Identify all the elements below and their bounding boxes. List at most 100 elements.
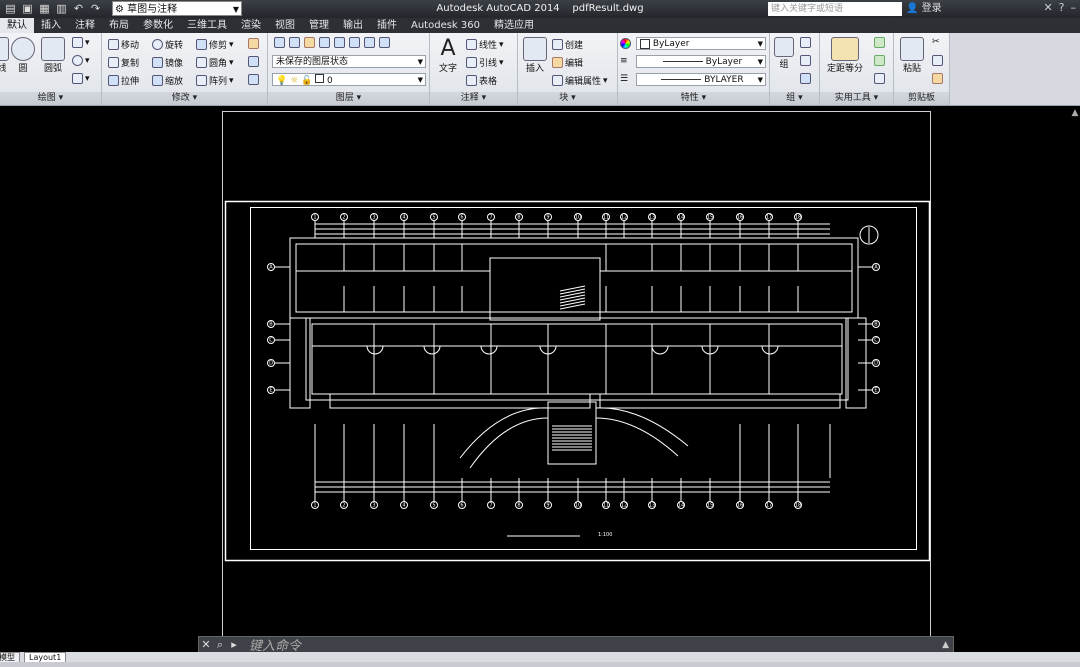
tab-8[interactable]: 管理 bbox=[302, 18, 336, 33]
hatch-button[interactable]: ▾ bbox=[72, 73, 90, 84]
chevron-up-icon[interactable]: ▲ bbox=[942, 640, 953, 650]
drawing-canvas[interactable]: 1 1 2 2 3 3 4 4 5 5 6 6 7 7 8 8 9 9 10 10 11 11 12 12 13 13 14 14 15… bbox=[0, 106, 1080, 652]
tab-12[interactable]: 精选应用 bbox=[487, 18, 541, 33]
tab-1[interactable]: 插入 bbox=[34, 18, 68, 33]
ellipse-button[interactable]: ▾ bbox=[72, 55, 90, 66]
panel-properties-footer[interactable]: 特性 ▾ bbox=[618, 92, 769, 105]
layer-off-icon[interactable] bbox=[349, 37, 360, 48]
paste-button[interactable]: 粘贴 bbox=[898, 37, 926, 74]
grid-label-right: A bbox=[874, 265, 878, 271]
edit-attributes-button[interactable]: 编辑属性 ▾ bbox=[552, 74, 608, 87]
layer-previous-icon[interactable] bbox=[304, 37, 315, 48]
help-icon[interactable]: ? bbox=[1059, 1, 1065, 14]
panel-modify-footer[interactable]: 修改 ▾ bbox=[102, 92, 267, 105]
layer-lock-icon[interactable] bbox=[379, 37, 390, 48]
create-block-button[interactable]: 创建 bbox=[552, 38, 583, 51]
panel-utilities-footer[interactable]: 实用工具 ▾ bbox=[820, 92, 893, 105]
group-edit-button[interactable] bbox=[800, 55, 811, 66]
select-all-button[interactable] bbox=[874, 55, 885, 66]
layer-match-icon[interactable] bbox=[289, 37, 300, 48]
tab-4[interactable]: 参数化 bbox=[136, 18, 180, 33]
copy-clip-button[interactable] bbox=[932, 55, 943, 66]
new-file-icon[interactable]: ▤ bbox=[4, 2, 17, 15]
copy-button[interactable]: 复制 bbox=[108, 56, 139, 69]
text-button[interactable]: A 文字 bbox=[434, 37, 462, 75]
panel-draw-footer[interactable]: 绘图 ▾ bbox=[0, 92, 101, 105]
command-history-icon[interactable]: ▸ bbox=[227, 638, 241, 651]
current-layer-select[interactable]: 💡 ☼ 🔓 0 ▼ bbox=[272, 73, 426, 86]
vertical-scrollbar[interactable]: ▲ bbox=[1070, 106, 1080, 636]
match-properties-icon[interactable] bbox=[620, 38, 631, 49]
layer-state-select[interactable]: 未保存的图层状态 ▼ bbox=[272, 55, 426, 68]
offset-button[interactable] bbox=[248, 74, 259, 85]
panel-annotation-footer[interactable]: 注释 ▾ bbox=[430, 92, 517, 105]
panel-layers-footer[interactable]: 图层 ▾ bbox=[268, 92, 429, 105]
linetype-select[interactable]: ByLayer ▼ bbox=[636, 55, 766, 68]
undo-icon[interactable]: ↶ bbox=[72, 2, 85, 15]
workspace-selector[interactable]: ⚙ 草图与注释 ▼ bbox=[112, 1, 242, 16]
tab-3[interactable]: 布局 bbox=[102, 18, 136, 33]
tab-0[interactable]: 默认 bbox=[0, 18, 34, 33]
open-file-icon[interactable]: ▣ bbox=[21, 2, 34, 15]
fillet-button[interactable]: 圆角 ▾ bbox=[196, 56, 234, 69]
command-line[interactable]: ✕ ⌕ ▸ 键入命令 ▲ bbox=[198, 636, 954, 654]
insert-block-button[interactable]: 插入 bbox=[522, 37, 548, 74]
rectangle-button[interactable]: ▾ bbox=[72, 37, 90, 48]
linear-dimension-button[interactable]: 线性 ▾ bbox=[466, 38, 504, 51]
tab-5[interactable]: 三维工具 bbox=[180, 18, 234, 33]
copy-base-button[interactable] bbox=[932, 73, 943, 84]
erase-button[interactable] bbox=[248, 38, 259, 49]
scroll-up-icon[interactable]: ▲ bbox=[1070, 108, 1080, 118]
edit-block-button[interactable]: 编辑 bbox=[552, 56, 583, 69]
tab-6[interactable]: 渲染 bbox=[234, 18, 268, 33]
minimize-icon[interactable]: – bbox=[1071, 1, 1077, 14]
ungroup-button[interactable] bbox=[800, 37, 811, 48]
tab-model[interactable]: 模型 bbox=[0, 652, 20, 662]
save-icon[interactable]: ▦ bbox=[38, 2, 51, 15]
arc-button[interactable]: 圆弧 bbox=[40, 37, 66, 74]
leader-button[interactable]: 引线 ▾ bbox=[466, 56, 504, 69]
array-button[interactable]: 阵列 ▾ bbox=[196, 74, 234, 87]
close-icon[interactable]: ✕ bbox=[199, 638, 213, 651]
cut-button[interactable]: ✂ bbox=[932, 37, 940, 47]
circle-button[interactable]: 圆 bbox=[10, 37, 36, 74]
measure-button[interactable]: 定距等分 bbox=[824, 37, 866, 74]
quick-calc-button[interactable] bbox=[874, 37, 885, 48]
grid-label-bottom: 18 bbox=[795, 503, 801, 509]
layer-isolate-icon[interactable] bbox=[319, 37, 330, 48]
search-input[interactable]: 键入关键字或短语 bbox=[768, 2, 902, 16]
tab-11[interactable]: Autodesk 360 bbox=[404, 18, 487, 33]
group-button[interactable]: 组 bbox=[772, 37, 796, 70]
login-button[interactable]: 👤 登录 bbox=[906, 2, 942, 16]
color-select[interactable]: ByLayer ▼ bbox=[636, 37, 766, 50]
mirror-button[interactable]: 镜像 bbox=[152, 56, 183, 69]
floor-plan-drawing[interactable]: 1122334455667788991010111112121313141415… bbox=[0, 106, 1070, 652]
layer-unisolate-icon[interactable] bbox=[334, 37, 345, 48]
tab-7[interactable]: 视图 bbox=[268, 18, 302, 33]
scale-button[interactable]: 缩放 bbox=[152, 74, 183, 87]
panel-groups: 组 组 ▾ bbox=[770, 33, 820, 105]
trim-button[interactable]: 修剪 ▾ bbox=[196, 38, 234, 51]
panel-block-footer[interactable]: 块 ▾ bbox=[518, 92, 617, 105]
calculator-button[interactable] bbox=[874, 73, 885, 84]
panel-groups-footer[interactable]: 组 ▾ bbox=[770, 92, 819, 105]
south-wing-outer bbox=[305, 317, 849, 401]
redo-icon[interactable]: ↷ bbox=[89, 2, 102, 15]
rotate-button[interactable]: 旋转 bbox=[152, 38, 183, 51]
print-icon[interactable]: ▥ bbox=[55, 2, 68, 15]
tab-9[interactable]: 输出 bbox=[336, 18, 370, 33]
search-icon[interactable]: ⌕ bbox=[213, 638, 227, 652]
tab-10[interactable]: 插件 bbox=[370, 18, 404, 33]
layer-freeze-icon[interactable] bbox=[364, 37, 375, 48]
stretch-button[interactable]: 拉伸 bbox=[108, 74, 139, 87]
exchange-icon[interactable]: ✕ bbox=[1043, 1, 1052, 14]
explode-button[interactable] bbox=[248, 56, 259, 67]
group-select-button[interactable] bbox=[800, 73, 811, 84]
lineweight-select[interactable]: BYLAYER ▼ bbox=[636, 73, 766, 86]
tab-2[interactable]: 注释 bbox=[68, 18, 102, 33]
move-button[interactable]: 移动 bbox=[108, 38, 139, 51]
tab-layout1[interactable]: Layout1 bbox=[24, 652, 67, 662]
layer-properties-icon[interactable] bbox=[274, 37, 285, 48]
panel-clipboard-footer[interactable]: 剪贴板 bbox=[894, 92, 949, 105]
table-button[interactable]: 表格 bbox=[466, 74, 497, 87]
